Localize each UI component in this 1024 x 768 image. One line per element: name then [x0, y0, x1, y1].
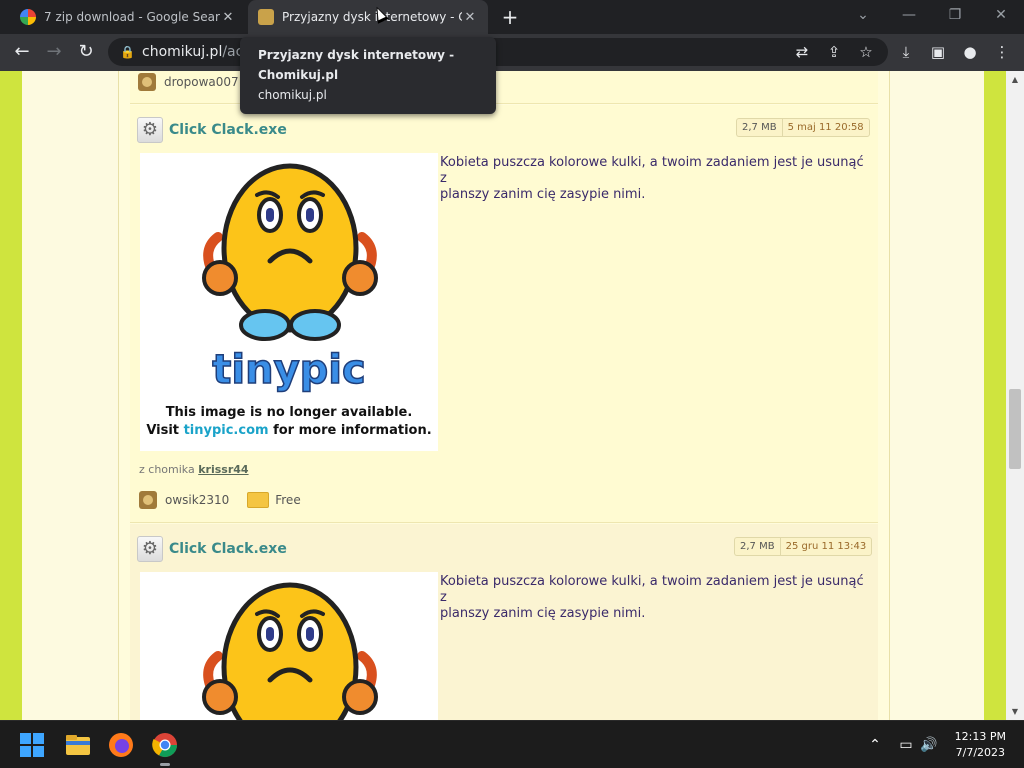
scroll-down-icon[interactable]: ▼ [1010, 707, 1020, 716]
from-owner-row: z chomika krissr44 [139, 463, 249, 476]
file-size: 2,7 MB [734, 537, 780, 556]
scroll-up-icon[interactable]: ▲ [1010, 75, 1020, 84]
chrome-icon[interactable] [151, 731, 179, 759]
file-explorer-icon[interactable] [64, 731, 92, 759]
tooltip-host: chomikuj.pl [258, 88, 327, 102]
file-meta: 2,7 MB 5 maj 11 20:58 [736, 118, 870, 137]
volume-icon[interactable]: 🔊 [920, 737, 938, 753]
scrollbar-thumb[interactable] [1009, 389, 1021, 469]
folder-icon [247, 492, 270, 508]
file-card: ⚙ Click Clack.exe 2,7 MB 5 maj 11 20:58 [130, 105, 878, 523]
bookmark-star-icon[interactable]: ☆ [856, 42, 876, 62]
file-thumbnail[interactable] [140, 572, 438, 720]
tab-chomikuj[interactable]: Przyjazny dysk internetowy - Cho ✕ [248, 0, 488, 34]
address-bar[interactable]: 🔒 chomikuj.pl /acti [108, 38, 888, 66]
placeholder-visit: Visit [146, 423, 179, 438]
translate-icon[interactable]: ⇄ [792, 42, 812, 62]
share-icon[interactable]: ⇪ [824, 42, 844, 62]
download-icon[interactable]: ⤓ [896, 42, 916, 62]
menu-icon[interactable]: ⋮ [992, 42, 1012, 62]
restore-button[interactable]: ❐ [932, 0, 978, 32]
tab-title: 7 zip download - Google Search [44, 10, 220, 24]
tab-close-icon[interactable]: ✕ [220, 10, 236, 25]
file-thumbnail[interactable]: tinypic This image is no longer availabl… [140, 153, 438, 451]
forward-icon[interactable]: → [42, 40, 66, 64]
file-title-link[interactable]: Click Clack.exe [169, 122, 287, 138]
chomikuj-icon [258, 9, 274, 25]
lock-icon[interactable]: 🔒 [120, 45, 135, 59]
clock-date: 7/7/2023 [955, 746, 1006, 759]
tinypic-placeholder-image [202, 582, 378, 720]
owner-link[interactable]: krissr44 [198, 463, 248, 476]
tooltip-title-line: Przyjazny dysk internetowy - [258, 48, 455, 62]
placeholder-suffix: for more information. [273, 423, 432, 438]
user-name: dropowa007 [164, 75, 239, 89]
show-hidden-icons-chevron-icon[interactable]: ⌃ [866, 737, 884, 753]
user-link[interactable]: dropowa007 [138, 73, 239, 91]
file-date: 25 gru 11 13:43 [779, 537, 873, 556]
clock-time: 12:13 PM [954, 730, 1006, 743]
side-panel-icon[interactable]: ▣ [928, 42, 948, 62]
active-app-indicator [160, 763, 170, 766]
close-window-button[interactable]: ✕ [978, 0, 1024, 32]
browser-tab-strip: 7 zip download - Google Search ✕ Przyjaz… [0, 0, 1024, 34]
tooltip-title-line: Chomikuj.pl [258, 68, 339, 82]
gear-icon[interactable]: ⚙ [137, 536, 163, 562]
url-host: chomikuj.pl [142, 44, 223, 60]
folder-link[interactable]: Free [275, 493, 300, 507]
tab-hover-tooltip: Przyjazny dysk internetowy - Chomikuj.pl… [240, 37, 496, 114]
file-meta: 2,7 MB 25 gru 11 13:43 [734, 537, 873, 556]
google-icon [20, 9, 36, 25]
placeholder-text-line1: This image is no longer available. [166, 405, 413, 420]
uploader-row: owsik2310 Free [139, 491, 301, 509]
file-title-link[interactable]: Click Clack.exe [169, 541, 287, 557]
tab-close-icon[interactable]: ✕ [462, 10, 478, 25]
svg-text:Visit tinypic.com: Visit tinypic.com for more information. [146, 423, 431, 438]
windows-taskbar: ⌃ ▭ 🔊 12:13 PM 7/7/2023 [0, 720, 1024, 768]
user-avatar-icon [138, 73, 156, 91]
firefox-icon[interactable] [107, 731, 135, 759]
tab-search-icon[interactable]: ⌄ [840, 0, 886, 32]
user-avatar-icon [139, 491, 157, 509]
user-link[interactable]: owsik2310 [165, 493, 229, 507]
tinypic-logo: tinypic [212, 347, 365, 393]
new-tab-button[interactable]: + [498, 5, 522, 29]
reload-icon[interactable]: ↻ [74, 40, 98, 64]
file-size: 2,7 MB [736, 118, 782, 137]
file-description: Kobieta puszcza kolorowe kulki, a twoim … [440, 155, 870, 203]
system-clock[interactable]: 12:13 PM 7/7/2023 [955, 729, 1006, 761]
tinypic-placeholder-image: tinypic This image is no longer availabl… [146, 163, 432, 438]
tab-google-search[interactable]: 7 zip download - Google Search ✕ [10, 0, 246, 34]
page-viewport: dropowa007 ⚙ Click Clack.exe 2,7 MB 5 ma… [0, 71, 1024, 720]
minimize-button[interactable]: — [886, 0, 932, 32]
gear-icon[interactable]: ⚙ [137, 117, 163, 143]
description-line: planszy zanim cię zasypie nimi. [440, 606, 646, 621]
file-card: ⚙ Click Clack.exe 2,7 MB 25 gru 11 13:43 [130, 524, 878, 720]
description-line: planszy zanim cię zasypie nimi. [440, 187, 646, 202]
page-scrollbar[interactable]: ▲ ▼ [1006, 71, 1024, 720]
windows-start-icon[interactable] [20, 733, 44, 757]
file-date: 5 maj 11 20:58 [781, 118, 870, 137]
description-line: Kobieta puszcza kolorowe kulki, a twoim … [440, 155, 864, 186]
back-icon[interactable]: ← [10, 40, 34, 64]
placeholder-link: tinypic.com [184, 423, 269, 438]
description-line: Kobieta puszcza kolorowe kulki, a twoim … [440, 574, 864, 605]
file-description: Kobieta puszcza kolorowe kulki, a twoim … [440, 574, 870, 622]
profile-icon[interactable]: ● [960, 42, 980, 62]
network-icon[interactable]: ▭ [897, 737, 915, 753]
from-label: z chomika [139, 463, 195, 476]
